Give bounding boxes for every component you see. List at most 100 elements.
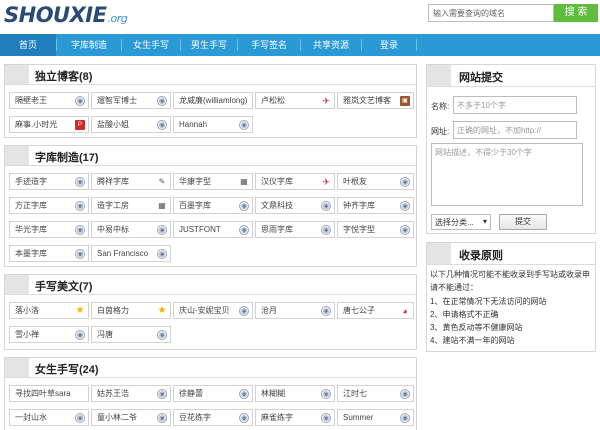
brush-icon: ▦ [240, 177, 248, 186]
panel-header-bar [427, 65, 451, 86]
link-chip[interactable]: 手迹造字 ◉ [9, 173, 89, 190]
link-chip[interactable]: 庆山-安妮宝贝 ◉ [173, 302, 253, 319]
chip-label: 字悦字型 [343, 225, 375, 234]
link-chip[interactable]: 华光字库 ◉ [9, 221, 89, 238]
link-chip[interactable]: 白茵格力 ★ [91, 302, 171, 319]
link-chip[interactable]: 豆花练字 ◉ [173, 409, 253, 426]
rule-item: 2、申请格式不正确 [430, 310, 499, 319]
nav-item-signature[interactable]: 手写签名 [238, 34, 300, 56]
link-chip[interactable]: 雅岚文艺博客 ▣ [337, 92, 414, 109]
link-chip[interactable]: 雪小禅 ◉ [9, 326, 89, 343]
site-description-textarea[interactable]: 网站描述，不得少于30个字 [431, 143, 583, 206]
chip-label: 隔壁老王 [15, 96, 47, 105]
chip-label: 盐酸小姐 [97, 120, 129, 129]
chip-label: 寻找四叶草sara [15, 389, 71, 398]
nav-item-male-handwriting[interactable]: 男生手写 [181, 34, 237, 56]
link-chip[interactable]: JUSTFONT ◉ [173, 221, 253, 238]
link-chip[interactable]: 中易中标 ◉ [91, 221, 171, 238]
nav-item-font-making[interactable]: 字库制造 [57, 34, 121, 56]
section-independent-blogs: 独立博客(8) 隔壁老王 ◉ 遛智军博士 ◉ 龙威廉(williamlong) 卢松… [4, 64, 417, 138]
section-header-bar [5, 146, 29, 165]
circle-icon: ◉ [239, 225, 249, 235]
section-title: 字库制造(17) [35, 152, 99, 164]
link-chip[interactable]: 造字工房 ▦ [91, 197, 171, 214]
link-chip[interactable]: 江时七 ◉ [337, 385, 414, 402]
link-chip[interactable]: 钟齐字库 ◉ [337, 197, 414, 214]
submit-button[interactable]: 提交 [499, 214, 547, 230]
chip-label: 落小洛 [15, 306, 39, 315]
nav-item-login[interactable]: 登录 [362, 34, 416, 56]
chip-label: 叶根友 [343, 177, 367, 186]
link-chip[interactable]: 沧月 ◉ [255, 302, 335, 319]
panel-title: 收录原则 [459, 250, 503, 262]
link-chip[interactable]: 字悦字型 ◉ [337, 221, 414, 238]
chip-label: 童小林二爷 [97, 413, 137, 422]
submit-site-panel: 网站提交 名称: 不多于10个字 网址: 正确的网址，不加http:// 网站描… [426, 64, 596, 234]
link-chip[interactable]: 华康字型 ▦ [173, 173, 253, 190]
link-chip[interactable]: 遛智军博士 ◉ [91, 92, 171, 109]
logo-main: SHOUXIE [4, 3, 107, 27]
link-chip[interactable]: 麻雀练字 ◉ [255, 409, 335, 426]
brush-icon: ▦ [158, 201, 166, 210]
rule-item: 3、黄色反动等不健康网站 [430, 323, 523, 332]
link-chip[interactable]: 汉仪字库 ✈ [255, 173, 335, 190]
section-header: 手写美文(7) [5, 275, 416, 295]
circle-icon: ◉ [75, 96, 85, 106]
chip-label: 文鼎科技 [261, 201, 293, 210]
circle-icon: ◉ [75, 177, 85, 187]
link-chip[interactable]: 落小洛 ★ [9, 302, 89, 319]
link-chip[interactable]: 思雨字库 ◉ [255, 221, 335, 238]
search-input[interactable]: 输入需要查询的域名 [428, 4, 554, 22]
section-title: 女生手写(24) [35, 364, 99, 376]
chevron-down-icon: ▾ [482, 217, 487, 226]
link-chip[interactable]: 徐静蕾 ◉ [173, 385, 253, 402]
link-chip[interactable]: 腾祥字库 ✎ [91, 173, 171, 190]
link-chip[interactable]: Summer ◉ [337, 409, 414, 426]
link-chip[interactable]: 叶根友 ◉ [337, 173, 414, 190]
link-chip[interactable]: 隔壁老王 ◉ [9, 92, 89, 109]
chip-label: 江时七 [343, 389, 367, 398]
nav-item-female-handwriting[interactable]: 女生手写 [122, 34, 180, 56]
site-url-input[interactable]: 正确的网址，不加http:// [453, 121, 577, 139]
circle-icon: ◉ [321, 306, 331, 316]
section-title: 手写美文(7) [35, 281, 93, 293]
link-chip[interactable]: 百墨字库 ◉ [173, 197, 253, 214]
circle-icon: ◉ [239, 201, 249, 211]
link-chip[interactable]: 麻事.小时光 P [9, 116, 89, 133]
link-chip[interactable]: San Francisco ◉ [91, 245, 171, 262]
chip-label: 卢松松 [261, 96, 285, 105]
circle-icon: ◉ [321, 201, 331, 211]
link-chip[interactable]: 本墨字库 ◉ [9, 245, 89, 262]
link-chip[interactable]: 文鼎科技 ◉ [255, 197, 335, 214]
link-chip[interactable]: 唐七公子 ◕ [337, 302, 414, 319]
link-chip[interactable]: 林糊糊 ◉ [255, 385, 335, 402]
nav-item-home[interactable]: 首页 [0, 34, 56, 56]
chip-label: 本墨字库 [15, 249, 47, 258]
panel-header-bar [427, 243, 451, 264]
circle-icon: ◉ [400, 225, 410, 235]
site-logo[interactable]: SHOUXIE.org [4, 3, 128, 27]
link-chip[interactable]: 盐酸小姐 ◉ [91, 116, 171, 133]
category-select[interactable]: 选择分类... ▾ [431, 214, 491, 230]
link-chip[interactable]: 方正字库 ◉ [9, 197, 89, 214]
chip-label: 腾祥字库 [97, 177, 129, 186]
link-chip[interactable]: 寻找四叶草sara [9, 385, 89, 402]
link-chip[interactable]: 童小林二爷 ◉ [91, 409, 171, 426]
link-chip[interactable]: Hannah ◉ [173, 116, 253, 133]
nav-item-shared-resources[interactable]: 共享资源 [301, 34, 361, 56]
link-chip[interactable]: 一封山水 ◉ [9, 409, 89, 426]
link-chip[interactable]: 龙威廉(williamlong) [173, 92, 253, 109]
url-label: 网址: [431, 127, 450, 136]
chip-label: 手迹造字 [15, 177, 47, 186]
star-icon: ★ [75, 305, 85, 316]
circle-icon: ◉ [239, 306, 249, 316]
search-button[interactable]: 搜 索 [554, 4, 598, 22]
link-chip[interactable]: 姑苏王浩 ◉ [91, 385, 171, 402]
link-chip[interactable]: 卢松松 ✈ [255, 92, 335, 109]
section-header: 女生手写(24) [5, 358, 416, 378]
section-header-bar [5, 358, 29, 377]
site-name-input[interactable]: 不多于10个字 [453, 96, 577, 114]
section-header-bar [5, 275, 29, 294]
circle-icon: ◉ [157, 120, 167, 130]
link-chip[interactable]: 冯唐 ◉ [91, 326, 171, 343]
